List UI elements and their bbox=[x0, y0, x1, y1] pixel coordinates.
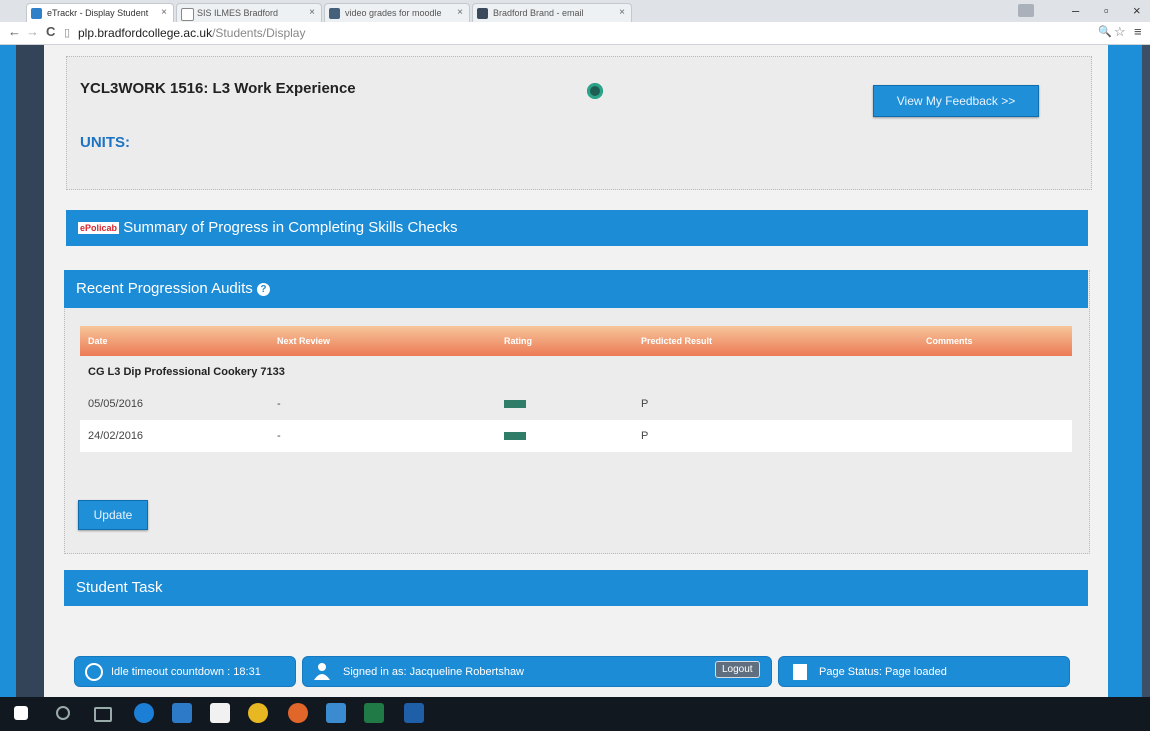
row-next-review: - bbox=[277, 398, 281, 410]
row-rating bbox=[496, 388, 633, 420]
clock-icon bbox=[85, 663, 103, 681]
tab-close-icon[interactable]: × bbox=[619, 4, 625, 22]
excel-icon[interactable] bbox=[364, 703, 384, 723]
tab-label: SIS ILMES Bradford bbox=[197, 8, 279, 18]
rating-swatch bbox=[504, 400, 526, 408]
idle-timeout-bar: Idle timeout countdown : 18:31 bbox=[74, 656, 296, 687]
skills-checks-bar[interactable]: ePolicab Summary of Progress in Completi… bbox=[66, 210, 1088, 246]
student-task-title: Student Task bbox=[76, 579, 163, 596]
qualification-name: CG L3 Dip Professional Cookery 7133 bbox=[88, 366, 285, 378]
column-header-predicted-result: Predicted Result bbox=[641, 336, 713, 346]
tab-close-icon[interactable]: × bbox=[457, 4, 463, 22]
row-predicted-result: P bbox=[641, 398, 649, 410]
profile-icon[interactable] bbox=[1018, 4, 1034, 17]
info-icon[interactable]: ? bbox=[256, 282, 270, 296]
tab-label: video grades for moodle bbox=[345, 8, 442, 18]
student-task-header[interactable]: Student Task bbox=[64, 570, 1088, 606]
rating-swatch bbox=[504, 432, 526, 440]
page-status-bar: Page Status: Page loaded bbox=[778, 656, 1070, 687]
audits-table: Date Next Review Rating Predicted Result… bbox=[80, 326, 1072, 452]
row-date: 05/05/2016 bbox=[88, 398, 144, 410]
firefox-icon[interactable] bbox=[288, 703, 308, 723]
row-rating bbox=[496, 420, 633, 452]
tab-label: eTrackr - Display Student bbox=[47, 8, 149, 18]
outlook-icon[interactable] bbox=[404, 703, 424, 723]
signed-in-text: Signed in as: Jacqueline Robertshaw bbox=[343, 666, 525, 678]
status-indicator-icon bbox=[587, 83, 603, 99]
tab-close-icon[interactable]: × bbox=[309, 4, 315, 22]
url-field[interactable]: plp.bradfordcollege.ac.uk/Students/Displ… bbox=[78, 26, 305, 40]
minimize-icon[interactable]: – bbox=[1072, 3, 1079, 18]
tab-favicon-icon bbox=[31, 8, 42, 19]
skills-checks-label: Summary of Progress in Completing Skills… bbox=[123, 219, 458, 236]
update-button[interactable]: Update bbox=[78, 500, 148, 530]
browser-tab-bar: eTrackr - Display Student × SIS ILMES Br… bbox=[0, 0, 1150, 22]
right-sidebar bbox=[1108, 45, 1150, 697]
tab-page-icon bbox=[181, 8, 194, 21]
audits-title: Recent Progression Audits bbox=[76, 280, 253, 297]
row-comments bbox=[918, 388, 1072, 420]
browser-tab[interactable]: SIS ILMES Bradford × bbox=[176, 3, 322, 22]
skills-badge: ePolicab bbox=[78, 222, 120, 235]
view-feedback-button[interactable]: View My Feedback >> bbox=[873, 85, 1039, 117]
page-status-text: Page Status: Page loaded bbox=[819, 666, 947, 678]
forward-icon[interactable]: → bbox=[26, 24, 39, 39]
tab-label: Bradford Brand - email bbox=[493, 8, 584, 18]
file-explorer-icon[interactable] bbox=[210, 703, 230, 723]
edge-icon[interactable] bbox=[134, 703, 154, 723]
row-next-review: - bbox=[277, 430, 281, 442]
row-predicted-result: P bbox=[641, 430, 649, 442]
column-header-rating: Rating bbox=[504, 336, 532, 346]
browser-menu-icon[interactable]: ≡ bbox=[1134, 24, 1142, 39]
chrome-icon[interactable] bbox=[248, 703, 268, 723]
people-icon[interactable] bbox=[326, 703, 346, 723]
url-host: plp.bradfordcollege.ac.uk bbox=[78, 26, 213, 40]
windows-icon[interactable] bbox=[14, 706, 28, 720]
logout-button[interactable]: Logout bbox=[715, 661, 760, 678]
units-label: UNITS: bbox=[80, 134, 130, 151]
course-card bbox=[66, 56, 1092, 190]
maximize-icon[interactable]: ▫ bbox=[1104, 3, 1109, 18]
audits-header: Recent Progression Audits ? bbox=[64, 270, 1088, 308]
page-icon: ▯ bbox=[64, 27, 71, 39]
row-date: 24/02/2016 bbox=[88, 430, 144, 442]
row-comments bbox=[918, 420, 1072, 452]
table-row: 24/02/2016 - P bbox=[80, 420, 1072, 452]
idle-timeout-text: Idle timeout countdown : 18:31 bbox=[111, 666, 261, 678]
browser-tab[interactable]: Bradford Brand - email × bbox=[472, 3, 632, 22]
task-view-icon[interactable] bbox=[94, 707, 112, 722]
column-header-date: Date bbox=[88, 336, 108, 346]
bookmark-star-icon[interactable]: ☆ bbox=[1114, 24, 1126, 40]
zoom-icon[interactable]: 🔍 bbox=[1098, 25, 1112, 38]
tab-close-icon[interactable]: × bbox=[161, 4, 167, 22]
reload-icon[interactable]: C bbox=[46, 24, 55, 39]
browser-tab[interactable]: eTrackr - Display Student × bbox=[26, 3, 174, 22]
store-icon[interactable] bbox=[172, 703, 192, 723]
user-icon bbox=[313, 662, 331, 680]
search-icon[interactable] bbox=[56, 706, 70, 720]
column-header-next-review: Next Review bbox=[277, 336, 331, 346]
table-header-row: Date Next Review Rating Predicted Result… bbox=[80, 326, 1072, 356]
signed-in-bar: Signed in as: Jacqueline Robertshaw Logo… bbox=[302, 656, 772, 687]
tab-favicon-icon bbox=[329, 8, 340, 19]
column-header-comments: Comments bbox=[926, 336, 973, 346]
course-title: YCL3WORK 1516: L3 Work Experience bbox=[80, 80, 356, 97]
browser-tab[interactable]: video grades for moodle × bbox=[324, 3, 470, 22]
table-row: 05/05/2016 - P bbox=[80, 388, 1072, 420]
url-path: /Students/Display bbox=[212, 26, 306, 40]
qualification-row: CG L3 Dip Professional Cookery 7133 bbox=[80, 356, 1072, 388]
left-sidebar bbox=[0, 45, 44, 697]
close-window-icon[interactable]: × bbox=[1133, 3, 1141, 18]
back-icon[interactable]: ← bbox=[8, 24, 21, 39]
scrollbar[interactable] bbox=[1142, 45, 1150, 697]
document-icon bbox=[793, 664, 807, 680]
tab-favicon-icon bbox=[477, 8, 488, 19]
